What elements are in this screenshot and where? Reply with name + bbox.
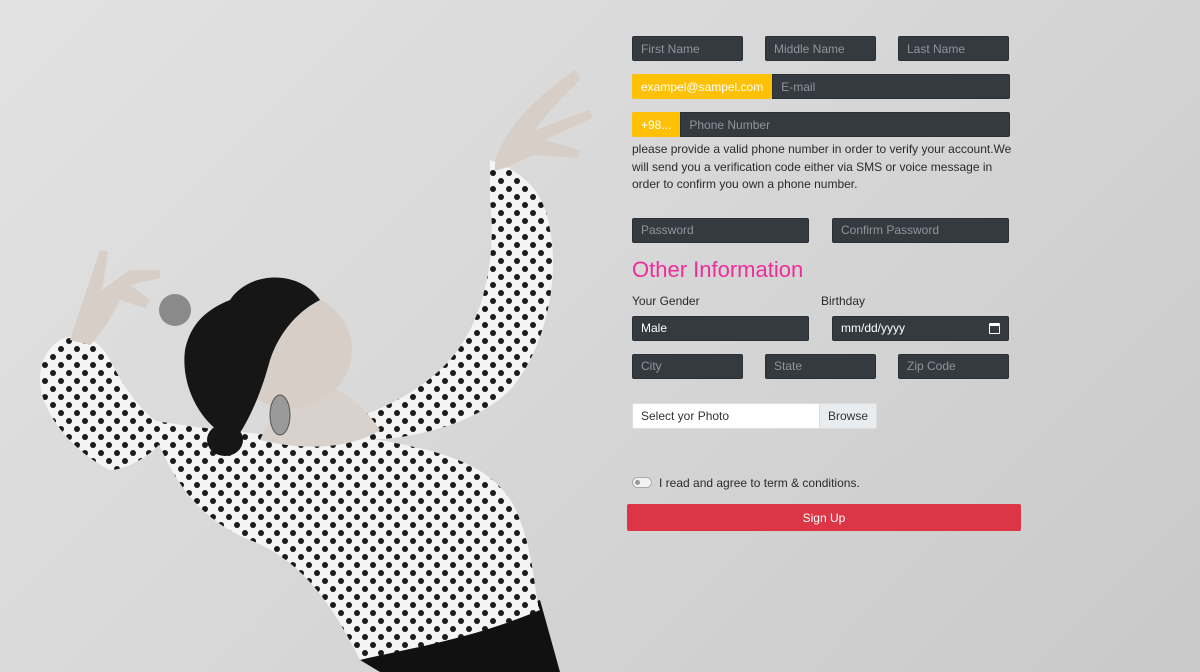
terms-row: I read and agree to term & conditions. — [632, 476, 1010, 490]
confirm-password-input[interactable]: Confirm Password — [832, 217, 1009, 243]
phone-prefix: +98... — [632, 112, 681, 137]
gender-value: Male — [641, 321, 668, 335]
email-prefix: exampel@sampel.com — [632, 74, 773, 99]
photo-upload[interactable]: Select yor Photo Browse — [632, 402, 877, 429]
email-group: exampel@sampel.com E-mail — [632, 74, 1010, 99]
password-input[interactable]: Password — [632, 217, 809, 243]
phone-input[interactable]: Phone Number — [680, 112, 1010, 137]
sign-up-button[interactable]: Sign Up — [627, 504, 1021, 531]
middle-name-input[interactable]: Middle Name — [765, 36, 876, 61]
flamenco-dancer-image — [40, 70, 592, 672]
zip-code-input[interactable]: Zip Code — [898, 353, 1009, 379]
birthday-label: Birthday — [821, 293, 866, 308]
photo-upload-label: Select yor Photo — [641, 408, 730, 423]
browse-button[interactable]: Browse — [818, 403, 876, 428]
hero-photo — [0, 0, 600, 672]
phone-group: +98... Phone Number — [632, 112, 1010, 137]
first-name-input[interactable]: First Name — [632, 36, 743, 61]
state-input[interactable]: State — [765, 353, 876, 379]
phone-help-text: please provide a valid phone number in o… — [632, 142, 1012, 191]
last-name-input[interactable]: Last Name — [898, 36, 1009, 61]
terms-toggle[interactable] — [632, 477, 652, 488]
birthday-input[interactable]: mm/dd/yyyy — [832, 315, 1009, 341]
section-heading: Other Information — [632, 256, 804, 282]
city-input[interactable]: City — [632, 353, 743, 379]
terms-label: I read and agree to term & conditions. — [659, 475, 860, 490]
gender-select[interactable]: Male — [632, 315, 809, 341]
birthday-value: mm/dd/yyyy — [841, 321, 906, 335]
gender-label: Your Gender — [632, 293, 700, 308]
toggle-knob-icon — [635, 480, 640, 485]
signup-form: First Name Middle Name Last Name exampel… — [632, 36, 1012, 490]
email-input[interactable]: E-mail — [772, 74, 1010, 99]
calendar-icon[interactable] — [989, 322, 1000, 334]
